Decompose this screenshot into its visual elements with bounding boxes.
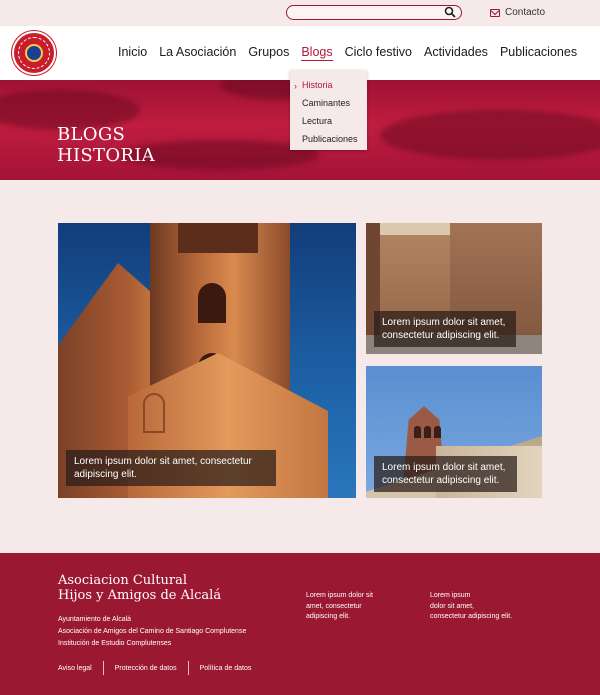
footer-title-line1: Asociacion Cultural bbox=[58, 573, 188, 588]
page-title: BLOGS HISTORIA bbox=[57, 124, 155, 166]
cloud-shape bbox=[380, 110, 600, 160]
footer-link-politica-datos[interactable]: Política de datos bbox=[200, 665, 252, 672]
nav-item-la-asociacion[interactable]: La Asociación bbox=[159, 45, 236, 61]
dropdown-item-lectura[interactable]: Lectura bbox=[290, 115, 367, 133]
bell-opening bbox=[434, 426, 441, 438]
dropdown-item-caminantes[interactable]: Caminantes bbox=[290, 97, 367, 115]
footer-divider bbox=[187, 661, 189, 675]
footer-divider bbox=[102, 661, 104, 675]
footer-title-line2: Hijos y Amigos de Alcalá bbox=[58, 588, 222, 603]
footer-col3-line: Lorem ipsum bbox=[430, 592, 471, 599]
nav-item-actividades[interactable]: Actividades bbox=[424, 45, 488, 61]
footer-line: Asociación de Amigos del Camino de Santi… bbox=[58, 628, 247, 635]
blog-card-large[interactable]: Lorem ipsum dolor sit amet, consectetur … bbox=[58, 223, 356, 498]
footer-col2-line: Lorem ipsum dolor sit bbox=[306, 592, 373, 599]
logo-emblem bbox=[25, 44, 43, 62]
bell-opening bbox=[414, 426, 421, 438]
nav-item-ciclo-festivo[interactable]: Ciclo festivo bbox=[345, 45, 412, 61]
footer-line: Institución de Estudio Complutenses bbox=[58, 640, 172, 647]
dropdown-item-publicaciones[interactable]: Publicaciones bbox=[290, 133, 367, 151]
nav-item-publicaciones[interactable]: Publicaciones bbox=[500, 45, 577, 61]
footer-line: Ayuntamiento de Alcalá bbox=[58, 616, 132, 623]
card-caption: Lorem ipsum dolor sit amet, consectetur … bbox=[66, 450, 276, 486]
blog-card-street[interactable]: Lorem ipsum dolor sit amet, consectetur … bbox=[366, 223, 542, 354]
footer-link-aviso-legal[interactable]: Aviso legal bbox=[58, 665, 92, 672]
footer-col3-line: dolor sit amet, bbox=[430, 602, 474, 610]
nav-item-inicio[interactable]: Inicio bbox=[118, 45, 147, 61]
dropdown-item-historia[interactable]: › Historia bbox=[290, 79, 367, 97]
footer-column-2: Lorem ipsum dolor sit amet, consectetur … bbox=[306, 591, 396, 623]
footer-col2-line: amet, consectetur bbox=[306, 602, 362, 610]
mail-icon bbox=[490, 8, 500, 17]
contact-link[interactable]: Contacto bbox=[490, 7, 545, 18]
blog-card-belfry[interactable]: Lorem ipsum dolor sit amet, consectetur … bbox=[366, 366, 542, 498]
footer-legal-links: Aviso legal Protección de datos Política… bbox=[58, 661, 251, 675]
page-title-line2: HISTORIA bbox=[57, 145, 155, 166]
top-bar: Contacto bbox=[0, 0, 600, 26]
contact-label: Contacto bbox=[505, 7, 546, 18]
main-nav: Inicio La Asociación Grupos Blogs Ciclo … bbox=[118, 45, 589, 61]
association-logo[interactable] bbox=[12, 31, 56, 75]
tower-top-image bbox=[178, 223, 258, 253]
footer-col3-line: consectetur adipiscing elit. bbox=[430, 613, 513, 620]
nav-item-grupos[interactable]: Grupos bbox=[248, 45, 289, 61]
nav-item-blogs[interactable]: Blogs bbox=[301, 45, 333, 61]
bell-opening bbox=[424, 426, 431, 438]
footer-column-3: Lorem ipsum dolor sit amet, consectetur … bbox=[430, 591, 530, 623]
blogs-dropdown-menu: › Historia Caminantes Lectura Publicacio… bbox=[290, 70, 367, 150]
search-box[interactable] bbox=[286, 5, 462, 20]
site-footer: Asociacion Cultural Hijos y Amigos de Al… bbox=[0, 553, 600, 695]
footer-link-proteccion-datos[interactable]: Protección de datos bbox=[115, 665, 177, 672]
search-icon[interactable] bbox=[444, 6, 456, 18]
dropdown-item-label: Historia bbox=[302, 80, 333, 90]
search-input[interactable] bbox=[295, 7, 435, 18]
tower-window bbox=[198, 283, 226, 323]
footer-title: Asociacion Cultural Hijos y Amigos de Al… bbox=[58, 573, 221, 603]
card-caption: Lorem ipsum dolor sit amet, consectetur … bbox=[374, 456, 517, 492]
church-arch bbox=[143, 393, 165, 433]
footer-col2-line: adipiscing elit. bbox=[306, 613, 350, 620]
card-caption: Lorem ipsum dolor sit amet, consectetur … bbox=[374, 311, 516, 347]
footer-institutions: Ayuntamiento de Alcalá Asociación de Ami… bbox=[58, 614, 246, 650]
page-title-line1: BLOGS bbox=[57, 124, 126, 145]
chevron-right-icon: › bbox=[294, 81, 297, 91]
sky-image bbox=[380, 223, 450, 235]
